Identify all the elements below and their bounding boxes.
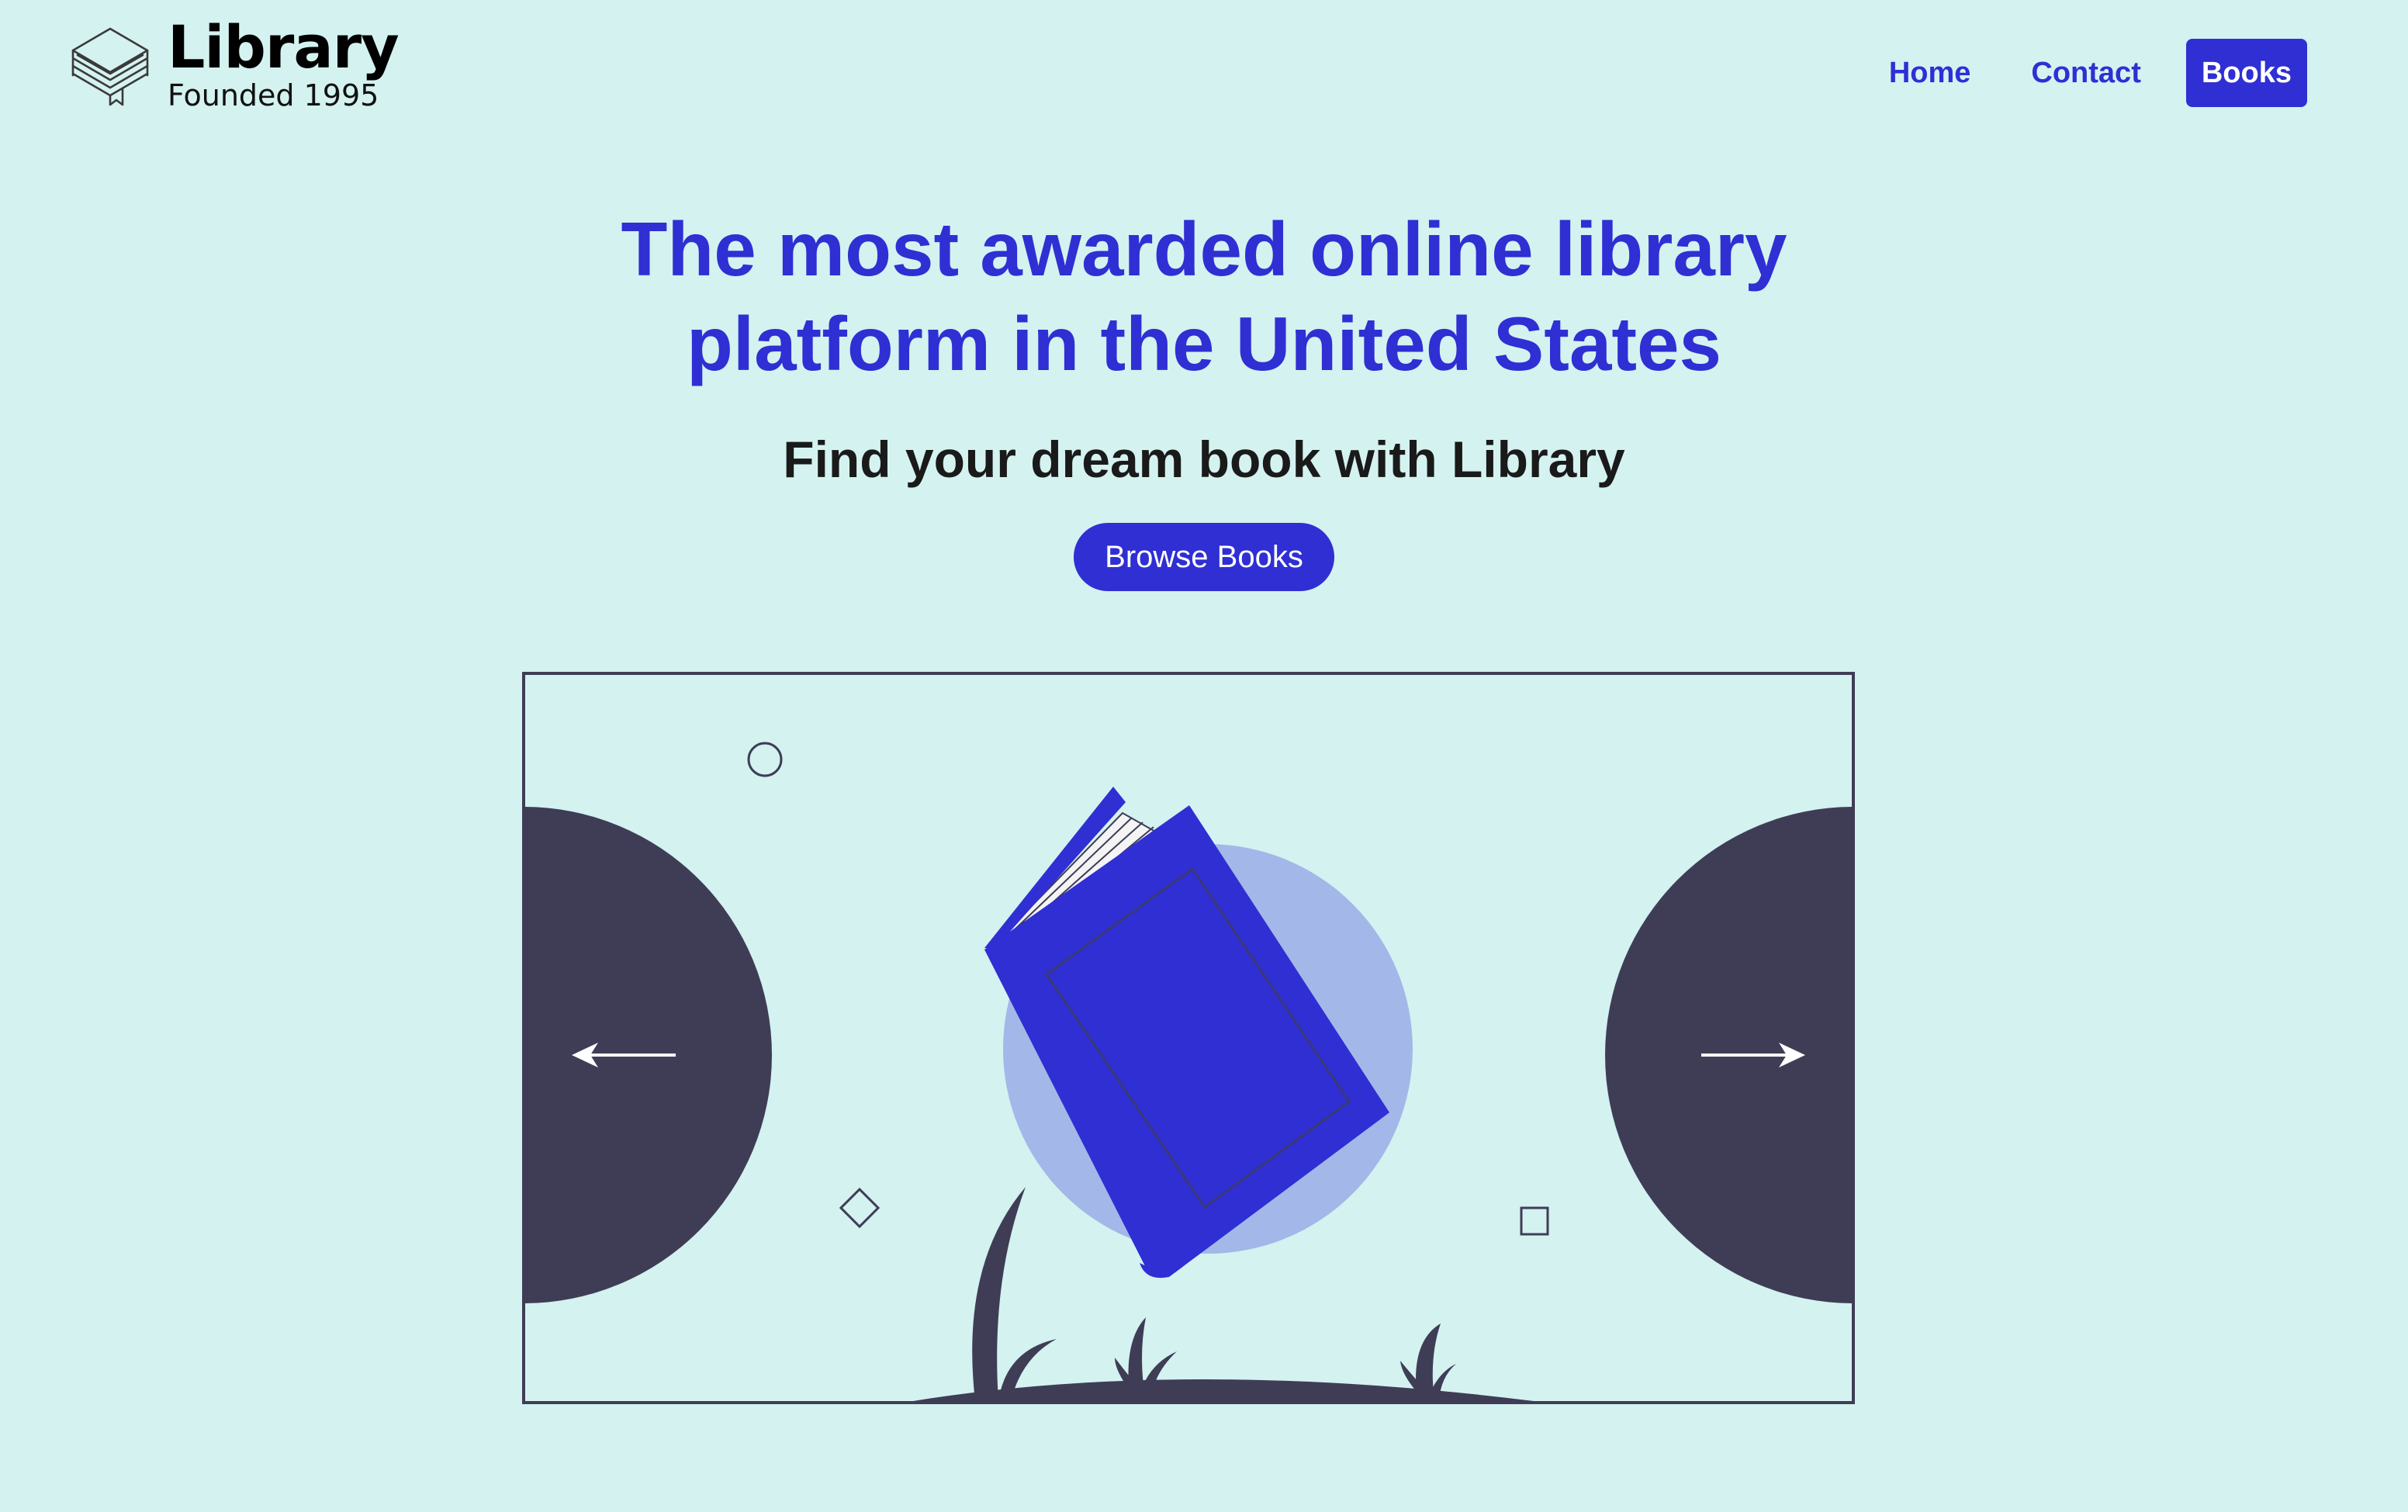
decor-circle <box>747 742 783 777</box>
nav-home-link[interactable]: Home <box>1873 39 1987 107</box>
brand-logo[interactable]: Library Founded 1995 <box>70 12 400 115</box>
nav-books-link[interactable]: Books <box>2185 39 2307 107</box>
decor-square <box>1520 1206 1549 1236</box>
stacked-books-icon <box>71 27 149 106</box>
browse-books-button[interactable]: Browse Books <box>1074 523 1334 591</box>
arrow-right-icon <box>1701 1043 1805 1067</box>
hero-title: The most awarded online library platform… <box>621 206 1787 386</box>
slider-prev-button[interactable] <box>525 807 773 1303</box>
slider-next-button[interactable] <box>1604 807 1852 1303</box>
hero-subtitle: Find your dream book with Library <box>783 431 1625 488</box>
arrow-left-icon <box>572 1043 676 1067</box>
site-header: Library Founded 1995 Home Contact Books <box>0 0 2408 147</box>
decor-diamond <box>839 1187 881 1229</box>
main-nav: Home Contact Books <box>1844 39 2307 107</box>
nav-contact-link[interactable]: Contact <box>2015 39 2156 107</box>
hero-section: The most awarded online library platform… <box>0 202 2408 591</box>
brand-tagline: Founded 1995 <box>168 78 379 112</box>
brand-name: Library <box>168 12 400 81</box>
book-slider <box>522 672 1855 1404</box>
